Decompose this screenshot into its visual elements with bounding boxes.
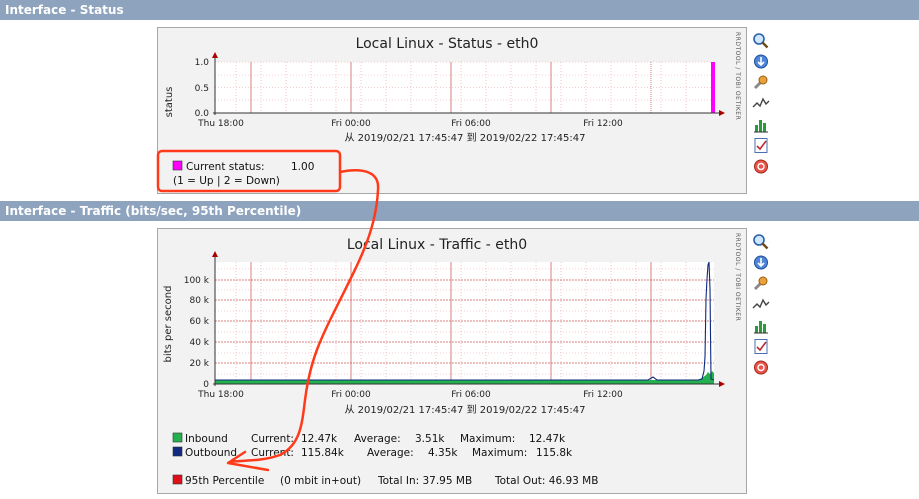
percentile-value: (0 mbit in+out) bbox=[280, 475, 361, 487]
status-xtick: Thu 18:00 bbox=[197, 119, 244, 129]
percentile-legend-name: 95th Percentile bbox=[185, 475, 264, 487]
status-graph[interactable]: Local Linux - Status - eth0 RRDTOOL / TO… bbox=[157, 27, 747, 194]
traffic-ytick: 100 k bbox=[184, 276, 210, 286]
traffic-xtick: Fri 06:00 bbox=[451, 390, 491, 400]
outbound-average-label: Average: bbox=[367, 447, 414, 459]
inbound-current-value: 12.47k bbox=[301, 433, 338, 445]
inbound-legend-name: Inbound bbox=[185, 433, 228, 445]
outbound-average-value: 4.35k bbox=[428, 447, 458, 459]
status-legend-note: (1 = Up | 2 = Down) bbox=[173, 175, 280, 187]
status-legend-label: Current status: bbox=[186, 161, 265, 173]
outbound-maximum-value: 115.8k bbox=[536, 447, 573, 459]
traffic-xtick: Fri 12:00 bbox=[583, 390, 623, 400]
zoom-icon[interactable] bbox=[752, 233, 770, 250]
status-bar-mark bbox=[711, 62, 715, 113]
status-graph-title: Local Linux - Status - eth0 bbox=[356, 36, 539, 52]
report-icon[interactable] bbox=[752, 137, 770, 154]
outbound-legend-swatch bbox=[172, 446, 183, 457]
status-time-range: 从 2019/02/21 17:45:47 到 2019/02/22 17:45… bbox=[345, 132, 586, 144]
status-xtick: Fri 06:00 bbox=[451, 119, 491, 129]
traffic-ytick: 20 k bbox=[189, 359, 209, 369]
status-graph-actions bbox=[752, 32, 770, 175]
traffic-xtick: Thu 18:00 bbox=[197, 390, 244, 400]
traffic-ytick: 60 k bbox=[189, 317, 209, 327]
traffic-graph-actions bbox=[752, 233, 770, 376]
total-out: Total Out: 46.93 MB bbox=[494, 475, 598, 487]
inbound-average-value: 3.51k bbox=[415, 433, 445, 445]
download-icon[interactable] bbox=[752, 53, 770, 70]
traffic-graph[interactable]: Local Linux - Traffic - eth0 RRDTOOL / T… bbox=[157, 228, 747, 494]
traffic-watermark: RRDTOOL / TOBI OETIKER bbox=[734, 233, 741, 321]
status-xtick: Fri 00:00 bbox=[331, 119, 371, 129]
total-in: Total In: 37.95 MB bbox=[377, 475, 472, 487]
status-legend-swatch bbox=[172, 160, 183, 171]
report-icon[interactable] bbox=[752, 338, 770, 355]
outbound-current-label: Current: bbox=[251, 447, 294, 459]
status-ytick: 1.0 bbox=[195, 58, 210, 68]
status-legend-value: 1.00 bbox=[291, 161, 314, 173]
outbound-maximum-label: Maximum: bbox=[472, 447, 527, 459]
traffic-ytick: 80 k bbox=[189, 296, 209, 306]
status-watermark: RRDTOOL / TOBI OETIKER bbox=[734, 32, 741, 120]
section-header-traffic-text: Interface - Traffic (bits/sec, 95th Perc… bbox=[5, 204, 302, 218]
traffic-time-range: 从 2019/02/21 17:45:47 到 2019/02/22 17:45… bbox=[345, 404, 586, 416]
properties-icon[interactable] bbox=[752, 275, 770, 292]
zoom-icon[interactable] bbox=[752, 32, 770, 49]
outbound-current-value: 115.84k bbox=[301, 447, 345, 459]
inbound-average-label: Average: bbox=[354, 433, 401, 445]
section-header-status: Interface - Status bbox=[0, 0, 919, 20]
outbound-legend-name: Outbound bbox=[185, 447, 237, 459]
download-icon[interactable] bbox=[752, 254, 770, 271]
traffic-graph-title: Local Linux - Traffic - eth0 bbox=[347, 237, 527, 253]
status-ytick: 0.0 bbox=[195, 109, 210, 119]
traffic-ytick: 0 bbox=[203, 380, 209, 390]
inbound-current-label: Current: bbox=[251, 433, 294, 445]
close-circle-icon[interactable] bbox=[752, 359, 770, 376]
percentile-legend-swatch bbox=[172, 474, 183, 485]
graph-bars-icon[interactable] bbox=[752, 317, 770, 334]
status-y-axis-label: status bbox=[164, 87, 175, 118]
close-circle-icon[interactable] bbox=[752, 158, 770, 175]
traffic-ytick: 40 k bbox=[189, 338, 209, 348]
properties-icon[interactable] bbox=[752, 74, 770, 91]
status-ytick: 0.5 bbox=[195, 84, 209, 94]
inbound-legend-swatch bbox=[172, 432, 183, 443]
inbound-maximum-value: 12.47k bbox=[529, 433, 566, 445]
inbound-maximum-label: Maximum: bbox=[460, 433, 515, 445]
graph-bars-icon[interactable] bbox=[752, 116, 770, 133]
traffic-y-axis-label: bits per second bbox=[163, 286, 174, 363]
traffic-xtick: Fri 00:00 bbox=[331, 390, 371, 400]
graph-line-icon[interactable] bbox=[752, 296, 770, 313]
section-header-traffic: Interface - Traffic (bits/sec, 95th Perc… bbox=[0, 201, 919, 221]
section-header-status-text: Interface - Status bbox=[5, 3, 124, 17]
graph-line-icon[interactable] bbox=[752, 95, 770, 112]
status-xtick: Fri 12:00 bbox=[583, 119, 623, 129]
